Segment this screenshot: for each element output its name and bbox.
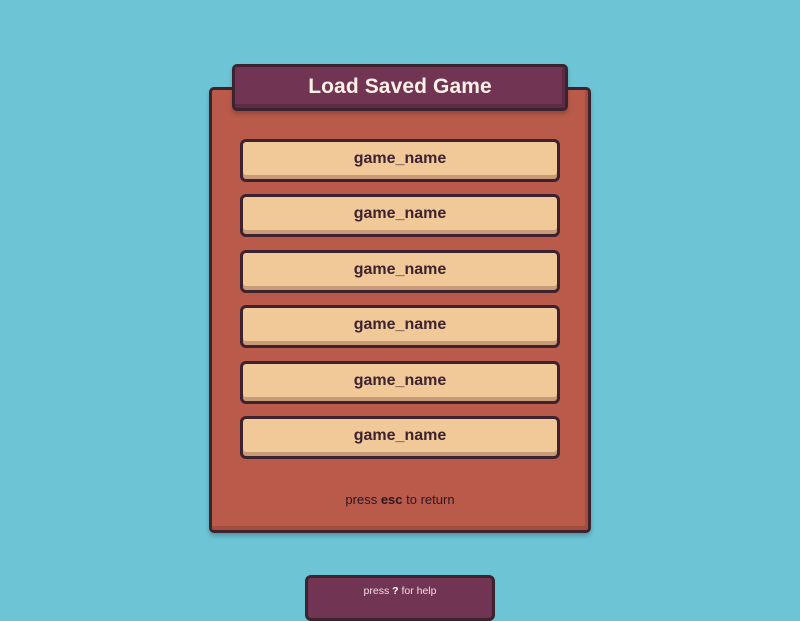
return-hint: press esc to return xyxy=(209,492,591,507)
save-slot-1[interactable]: game_name xyxy=(240,139,560,182)
help-bar[interactable]: press ? for help xyxy=(305,575,495,621)
help-hint-prefix: press xyxy=(363,585,393,597)
save-slot-2[interactable]: game_name xyxy=(240,194,560,237)
save-slot-label: game_name xyxy=(353,427,447,444)
save-slot-3[interactable]: game_name xyxy=(240,250,560,293)
title-bar: Load Saved Game xyxy=(232,64,568,111)
dialog-title: Load Saved Game xyxy=(308,74,492,98)
return-hint-prefix: press xyxy=(345,492,381,507)
save-slot-label: game_name xyxy=(353,261,447,278)
esc-key-label: esc xyxy=(380,492,403,507)
save-slot-label: game_name xyxy=(353,205,447,222)
save-slot-label: game_name xyxy=(353,372,447,389)
help-hint-suffix: for help xyxy=(398,585,437,597)
save-slot-5[interactable]: game_name xyxy=(240,361,560,404)
help-hint: press ? for help xyxy=(308,585,492,597)
return-hint-suffix: to return xyxy=(402,492,455,507)
save-slot-label: game_name xyxy=(353,316,447,333)
save-slot-label: game_name xyxy=(353,150,447,167)
save-slot-6[interactable]: game_name xyxy=(240,416,560,459)
save-slot-4[interactable]: game_name xyxy=(240,305,560,348)
